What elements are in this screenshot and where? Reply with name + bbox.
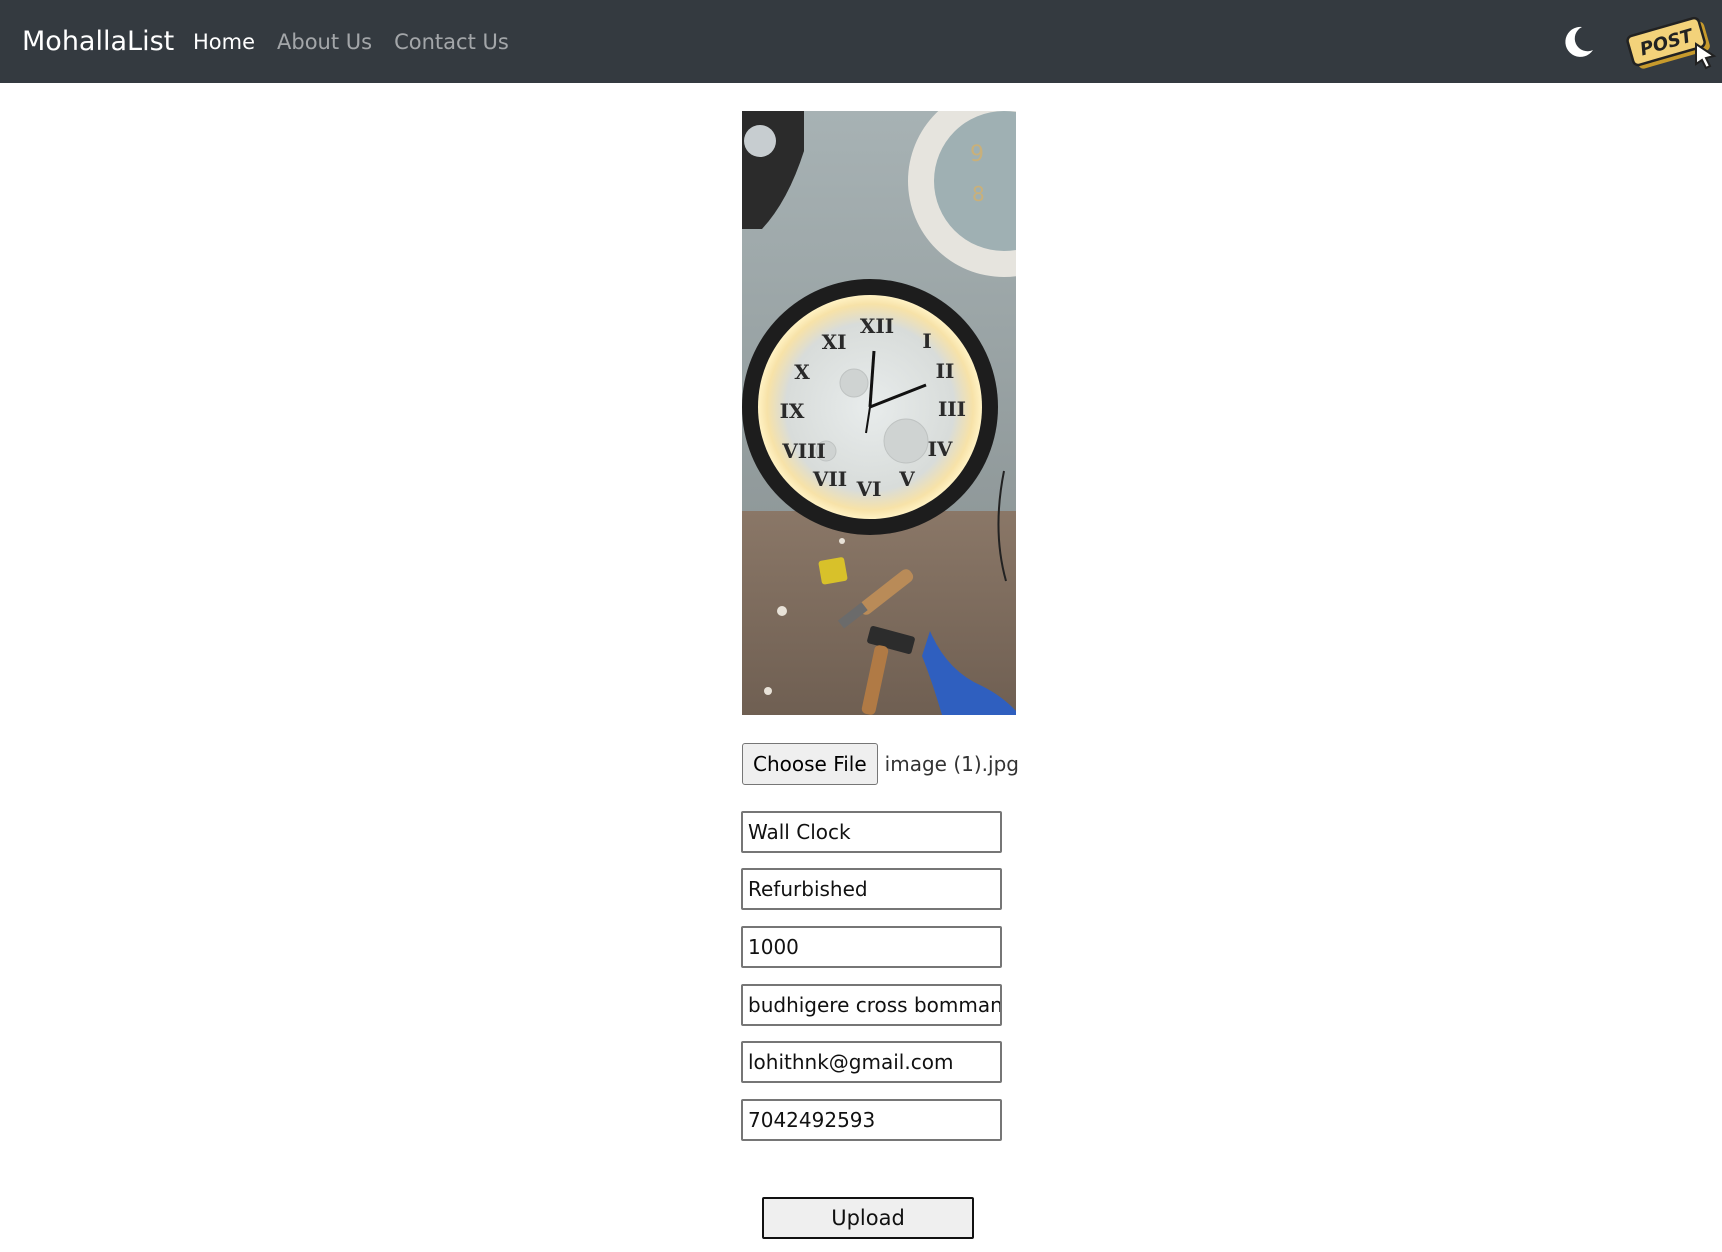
svg-text:IX: IX	[780, 399, 805, 423]
upload-button[interactable]: Upload	[762, 1197, 974, 1239]
svg-text:VII: VII	[812, 467, 847, 491]
price-field[interactable]: 1000	[741, 926, 1002, 968]
choose-file-button[interactable]: Choose File	[742, 743, 878, 785]
post-button[interactable]: POST	[1624, 6, 1720, 78]
condition-field[interactable]: Refurbished	[741, 868, 1002, 910]
nav-links: Home About Us Contact Us	[193, 0, 531, 83]
nav-link-home[interactable]: Home	[193, 30, 255, 54]
nav-link-contact-us[interactable]: Contact Us	[394, 30, 509, 54]
svg-text:9: 9	[970, 142, 984, 167]
svg-text:XII: XII	[860, 314, 894, 338]
phone-field[interactable]: 7042492593	[741, 1099, 1002, 1141]
moon-icon[interactable]	[1558, 22, 1598, 62]
svg-text:II: II	[936, 359, 955, 383]
nav-link-about-us[interactable]: About Us	[277, 30, 372, 54]
svg-text:I: I	[922, 329, 931, 353]
email-field[interactable]: lohithnk@gmail.com	[741, 1041, 1002, 1083]
svg-text:8: 8	[972, 182, 985, 206]
product-image-preview: 9 8 XII I II III IV V VI VII VIII IX X X…	[742, 111, 1016, 715]
svg-text:III: III	[938, 397, 966, 421]
navbar: MohallaList Home About Us Contact Us POS…	[0, 0, 1722, 83]
svg-text:IV: IV	[928, 437, 953, 461]
title-field[interactable]: Wall Clock	[741, 811, 1002, 853]
selected-file-name: image (1).jpg	[884, 752, 1019, 776]
svg-text:VI: VI	[856, 477, 882, 501]
svg-text:XI: XI	[822, 330, 847, 354]
svg-text:VIII: VIII	[781, 439, 826, 463]
file-input: Choose File image (1).jpg	[742, 743, 1019, 785]
address-field[interactable]: budhigere cross bomman	[741, 984, 1002, 1026]
brand-logo[interactable]: MohallaList	[22, 0, 174, 83]
svg-text:V: V	[898, 467, 915, 491]
svg-text:X: X	[794, 360, 810, 384]
